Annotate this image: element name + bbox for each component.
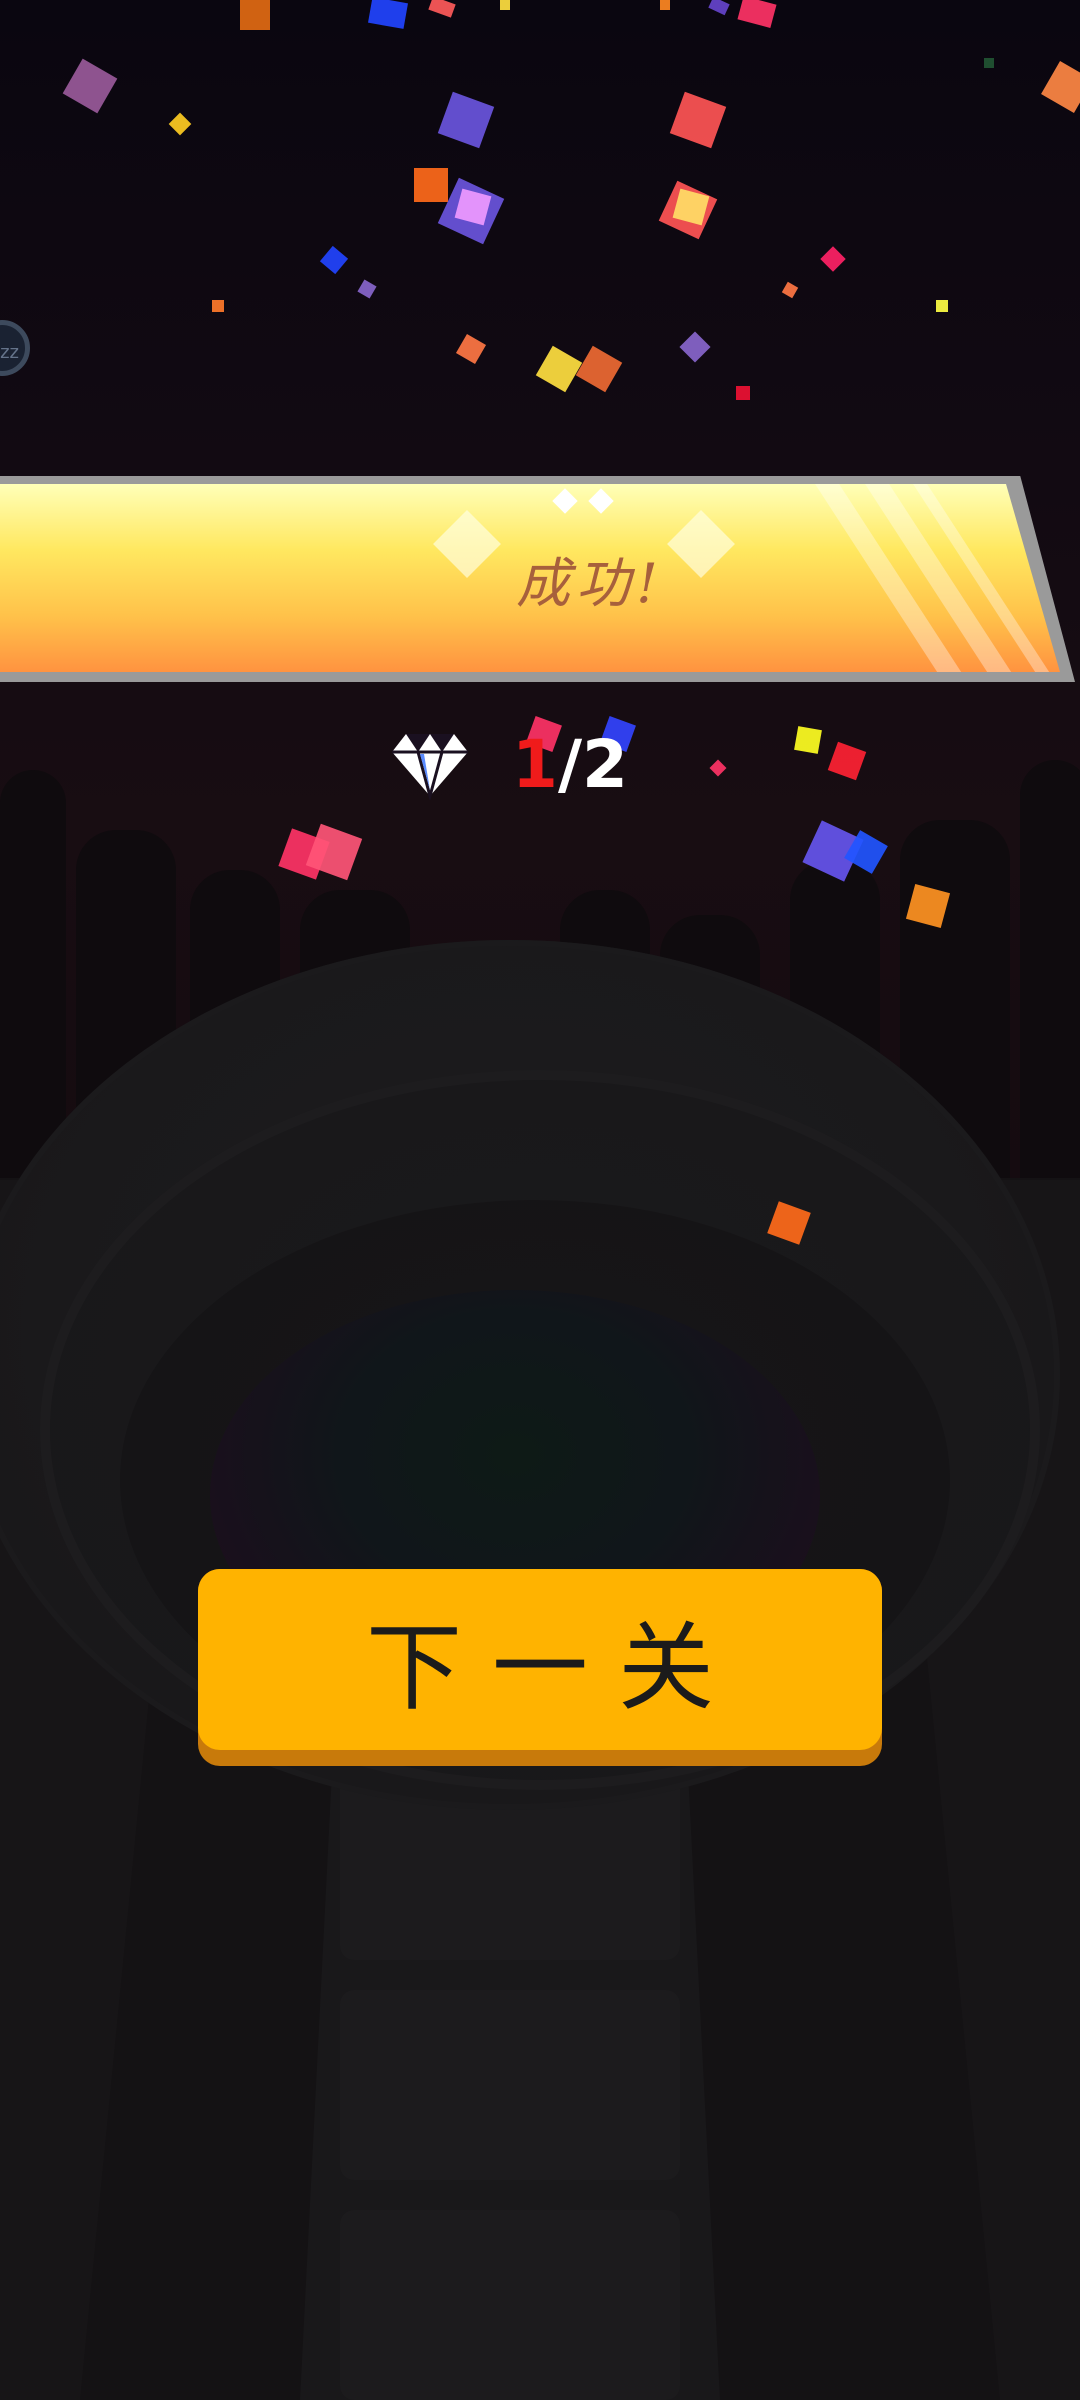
next-level-label: 下一关 [366,1612,744,1724]
cannon-stem-segment [340,2210,680,2400]
gem-total: 2 [582,726,628,803]
confetti-piece [500,0,510,10]
background-pillar [1020,760,1080,1190]
confetti-piece [660,0,670,10]
confetti-piece [736,386,750,400]
confetti-piece [794,726,822,754]
confetti-piece [240,0,270,30]
confetti-piece [936,300,948,312]
next-level-button[interactable]: 下一关 [198,1569,882,1766]
confetti-piece [984,58,994,68]
diamond-icon [392,734,468,800]
game-scene [0,0,1080,2400]
success-title: 成功! [516,551,664,615]
gem-separator: / [557,726,583,803]
confetti-piece [414,168,448,202]
confetti-piece [212,300,224,312]
gem-counter: 1/2 [390,720,690,810]
background-pillar [0,770,66,1190]
next-level-button-face[interactable]: 下一关 [198,1569,882,1750]
cannon-stem-segment [340,1990,680,2180]
gem-count: 1/2 [512,732,628,798]
gem-collected: 1 [512,726,558,803]
